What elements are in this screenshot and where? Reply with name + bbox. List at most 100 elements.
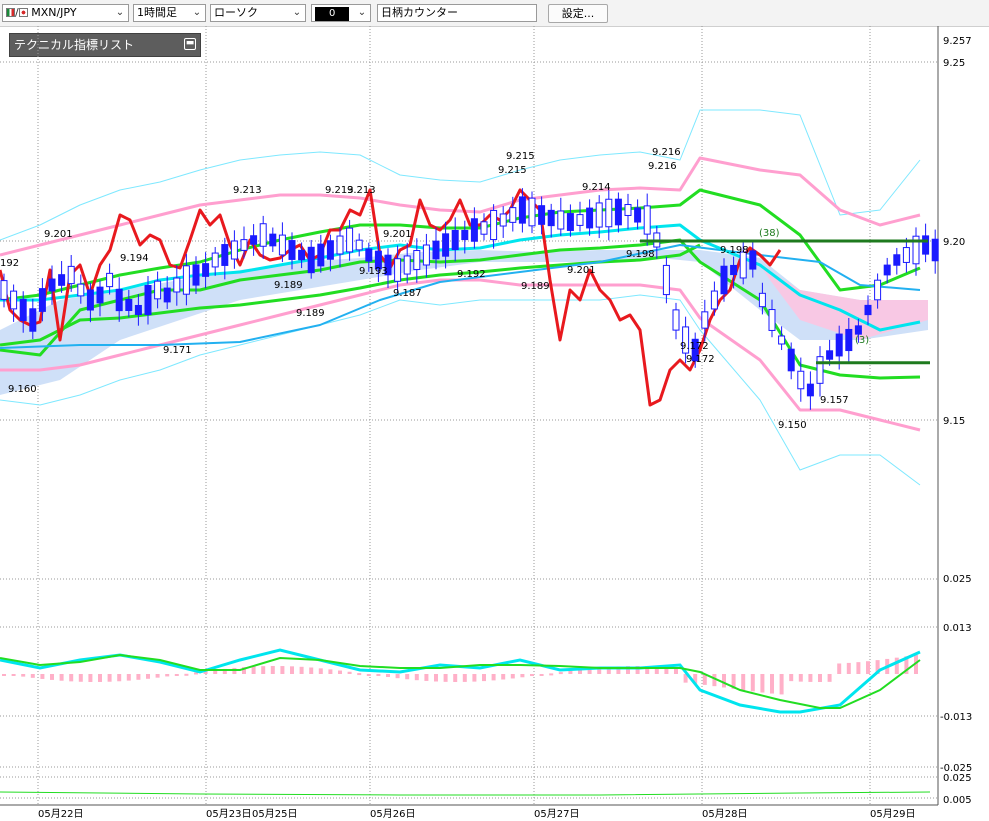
candle-body bbox=[250, 235, 258, 245]
time-axis-label: 05月25日 bbox=[252, 808, 297, 820]
candle-body bbox=[442, 233, 450, 257]
price-label: 9.160 bbox=[8, 384, 37, 395]
candle-body bbox=[576, 214, 584, 226]
histogram-bar bbox=[126, 674, 131, 681]
price-label: 9.189 bbox=[274, 280, 303, 291]
histogram-bar bbox=[78, 674, 83, 682]
candle-body bbox=[874, 279, 882, 301]
price-label: 9.157 bbox=[820, 395, 849, 406]
price-label: 9.194 bbox=[120, 253, 149, 264]
histogram-bar bbox=[472, 674, 477, 682]
lower-indicator-line bbox=[0, 791, 931, 796]
oscillator-panel bbox=[0, 648, 931, 796]
candle-body bbox=[86, 289, 94, 311]
candle-body bbox=[547, 209, 555, 227]
candle-body bbox=[528, 197, 536, 227]
histogram-bar bbox=[338, 670, 342, 674]
histogram-bar bbox=[491, 674, 496, 681]
candle-body bbox=[221, 244, 229, 266]
candle-body bbox=[134, 304, 142, 316]
histogram-bar bbox=[21, 674, 26, 677]
price-label: 9.150 bbox=[778, 420, 807, 431]
candle-body bbox=[182, 265, 190, 295]
candle-body bbox=[298, 249, 306, 261]
candle-body bbox=[19, 299, 27, 321]
histogram-bar bbox=[155, 674, 160, 678]
histogram-bar bbox=[789, 674, 794, 682]
price-label: 9.198 bbox=[626, 249, 655, 260]
histogram-bar bbox=[414, 674, 419, 681]
candle-body bbox=[509, 207, 517, 223]
price-label: 9.189 bbox=[521, 281, 550, 292]
histogram-bar bbox=[770, 674, 774, 694]
time-axis-label: 05月29日 bbox=[870, 808, 915, 820]
histogram-bar bbox=[395, 674, 400, 679]
candle-body bbox=[883, 264, 891, 276]
candle-body bbox=[317, 243, 325, 267]
candle-body bbox=[499, 213, 507, 227]
histogram-bar bbox=[117, 674, 122, 682]
candle-body bbox=[10, 290, 18, 310]
price-label: 9.201 bbox=[567, 265, 596, 276]
histogram-bar bbox=[501, 674, 506, 680]
candle-body bbox=[902, 247, 910, 263]
time-axis-label: 05月27日 bbox=[534, 808, 579, 820]
histogram-bar bbox=[174, 674, 179, 676]
oscillator-axis-label: 0.025 bbox=[943, 773, 972, 784]
candle-body bbox=[38, 288, 46, 312]
histogram-bar bbox=[798, 674, 803, 682]
histogram-bar bbox=[741, 674, 746, 691]
price-axis-label: 9.15 bbox=[943, 416, 965, 427]
histogram-bar bbox=[539, 674, 544, 676]
price-chart[interactable]: 192 9.201 9.194 9.160 9.171 9.213 9.189 9.189 9.… bbox=[0, 0, 989, 821]
histogram-bar bbox=[280, 666, 285, 674]
time-axis: 05月22日 05月23日 05月25日 05月26日 05月27日 05月28日 05月2… bbox=[38, 808, 915, 820]
histogram-bar bbox=[482, 674, 486, 682]
price-label: 9.192 bbox=[457, 269, 486, 280]
candle-body bbox=[749, 250, 757, 270]
time-axis-label: 05月23日 bbox=[206, 808, 251, 820]
candle-body bbox=[288, 240, 296, 260]
candle-body bbox=[470, 218, 478, 242]
candle-body bbox=[605, 198, 613, 228]
histogram-bar bbox=[558, 672, 563, 675]
histogram-bar bbox=[11, 674, 16, 676]
candle-body bbox=[451, 229, 459, 251]
histogram-bar bbox=[261, 666, 266, 674]
price-label: 9.201 bbox=[44, 229, 73, 240]
histogram-bar bbox=[750, 674, 755, 692]
price-label: 9.215 bbox=[498, 165, 527, 176]
histogram-bar bbox=[462, 674, 467, 682]
price-label: 9.215 bbox=[506, 151, 535, 162]
histogram-bar bbox=[290, 666, 294, 674]
price-axis-label: 9.25 bbox=[943, 58, 965, 69]
candle-body bbox=[432, 240, 440, 260]
histogram-bar bbox=[69, 674, 74, 682]
candle-body bbox=[77, 283, 85, 297]
candle-body bbox=[826, 350, 834, 360]
price-axis: 9.2579.259.209.150.0250.013-0.013-0.0250… bbox=[940, 36, 972, 806]
candle-body bbox=[422, 244, 430, 266]
histogram-bar bbox=[818, 674, 822, 682]
price-label: 9.172 bbox=[680, 341, 709, 352]
histogram-bar bbox=[98, 674, 102, 682]
candle-body bbox=[931, 238, 939, 262]
candle-body bbox=[586, 207, 594, 229]
histogram-bar bbox=[136, 674, 141, 680]
candle-body bbox=[230, 240, 238, 260]
histogram-bar bbox=[328, 669, 333, 674]
candle-body bbox=[672, 309, 680, 331]
candle-body bbox=[346, 227, 354, 253]
oscillator-axis-label: 0.005 bbox=[943, 795, 972, 806]
candle-body bbox=[893, 254, 901, 266]
candle-body bbox=[365, 248, 373, 262]
price-axis-label: 9.257 bbox=[943, 36, 972, 47]
oscillator-axis-label: 0.025 bbox=[943, 574, 972, 585]
candle-body bbox=[202, 263, 210, 277]
histogram-bar bbox=[846, 662, 851, 674]
histogram-bar bbox=[347, 671, 352, 674]
candle-body bbox=[768, 309, 776, 331]
candle-body bbox=[154, 280, 162, 300]
histogram-bar bbox=[50, 674, 54, 680]
candle-body bbox=[624, 204, 632, 216]
